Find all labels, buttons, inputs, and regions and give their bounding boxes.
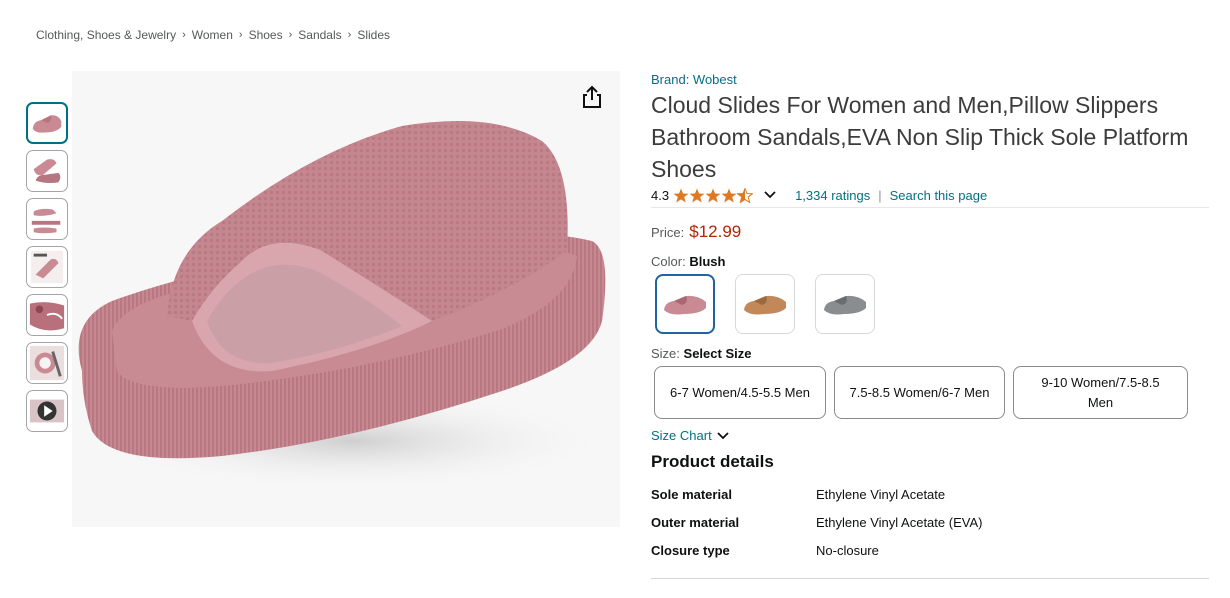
breadcrumb-item[interactable]: Slides — [357, 28, 390, 42]
price-row: Price: $12.99 — [651, 222, 1211, 242]
sandal-product-photo — [78, 121, 612, 491]
rating-value: 4.3 — [651, 187, 670, 203]
product-info: Brand: Wobest Cloud Slides For Women and… — [651, 72, 1211, 571]
share-icon[interactable] — [580, 84, 604, 110]
divider — [651, 578, 1209, 579]
chevron-down-icon[interactable] — [763, 190, 777, 200]
star-full-icon — [673, 188, 689, 202]
breadcrumb-separator: › — [288, 29, 293, 41]
color-label: Color: — [651, 254, 686, 269]
breadcrumb-separator: › — [347, 29, 352, 41]
sandal-angles-thumbnail[interactable] — [26, 198, 68, 240]
size-option[interactable]: 7.5-8.5 Women/6-7 Men — [834, 366, 1005, 419]
rating-row: 4.3 1,334 ratings | Search this page — [651, 186, 1209, 208]
size-label: Size: — [651, 346, 680, 361]
size-options: 6-7 Women/4.5-5.5 Men 7.5-8.5 Women/6-7 … — [654, 366, 1211, 419]
detail-key: Sole material — [651, 487, 732, 502]
star-full-icon — [705, 188, 721, 202]
video-play-thumbnail[interactable] — [26, 390, 68, 432]
breadcrumb-item[interactable]: Shoes — [249, 28, 283, 42]
color-swatch-brown[interactable] — [735, 274, 795, 334]
breadcrumb-separator: › — [238, 29, 243, 41]
detail-key: Closure type — [651, 543, 730, 558]
star-rating[interactable] — [673, 187, 754, 203]
product-main-image[interactable] — [72, 71, 620, 527]
breadcrumb-separator: › — [182, 29, 186, 41]
detail-value: No-closure — [816, 543, 879, 558]
search-this-page-link[interactable]: Search this page — [890, 188, 988, 203]
star-full-icon — [689, 188, 705, 202]
color-swatches — [651, 274, 1211, 334]
product-title: Cloud Slides For Women and Men,Pillow Sl… — [651, 92, 1189, 182]
size-option[interactable]: 6-7 Women/4.5-5.5 Men — [654, 366, 826, 419]
chevron-down-icon — [717, 431, 729, 439]
size-chart-label: Size Chart — [651, 428, 712, 443]
color-swatch-grey[interactable] — [815, 274, 875, 334]
sandal-pair-thumbnail[interactable] — [26, 150, 68, 192]
size-selected: Select Size — [683, 346, 752, 361]
color-section: Color: Blush — [651, 254, 1211, 334]
sandal-closeup-thumbnail[interactable] — [26, 294, 68, 336]
size-chart-link[interactable]: Size Chart — [651, 428, 1211, 443]
color-swatch-blush[interactable] — [655, 274, 715, 334]
price-label: Price: — [651, 225, 685, 240]
detail-value: Ethylene Vinyl Acetate — [816, 487, 946, 502]
detail-row: Closure type No-closure — [651, 543, 1211, 571]
breadcrumb-item[interactable]: Women — [192, 28, 233, 42]
star-full-icon — [721, 188, 737, 202]
separator: | — [878, 187, 882, 203]
product-details-table: Sole material Ethylene Vinyl Acetate Out… — [651, 487, 1211, 571]
detail-row: Sole material Ethylene Vinyl Acetate — [651, 487, 1211, 515]
brand-link[interactable]: Brand: Wobest — [651, 72, 1211, 87]
price-value: $12.99 — [689, 222, 742, 241]
breadcrumb-item[interactable]: Clothing, Shoes & Jewelry — [36, 28, 176, 42]
breadcrumb: Clothing, Shoes & Jewelry › Women › Shoe… — [36, 28, 390, 42]
sandal-lifestyle-thumbnail[interactable] — [26, 342, 68, 384]
size-section: Size: Select Size 6-7 Women/4.5-5.5 Men … — [651, 346, 1211, 419]
sandal-infographic-thumbnail[interactable] — [26, 246, 68, 288]
ratings-count-link[interactable]: 1,334 ratings — [795, 188, 870, 203]
detail-key: Outer material — [651, 515, 740, 530]
sandal-pink-thumbnail[interactable] — [26, 102, 68, 144]
color-selected: Blush — [689, 254, 726, 269]
detail-row: Outer material Ethylene Vinyl Acetate (E… — [651, 515, 1211, 543]
thumbnail-strip — [26, 102, 68, 438]
size-option[interactable]: 9-10 Women/7.5-8.5 Men — [1013, 366, 1188, 419]
breadcrumb-item[interactable]: Sandals — [298, 28, 341, 42]
star-half-icon — [737, 187, 754, 203]
detail-value: Ethylene Vinyl Acetate (EVA) — [816, 515, 983, 530]
product-details-heading: Product details — [651, 452, 774, 471]
